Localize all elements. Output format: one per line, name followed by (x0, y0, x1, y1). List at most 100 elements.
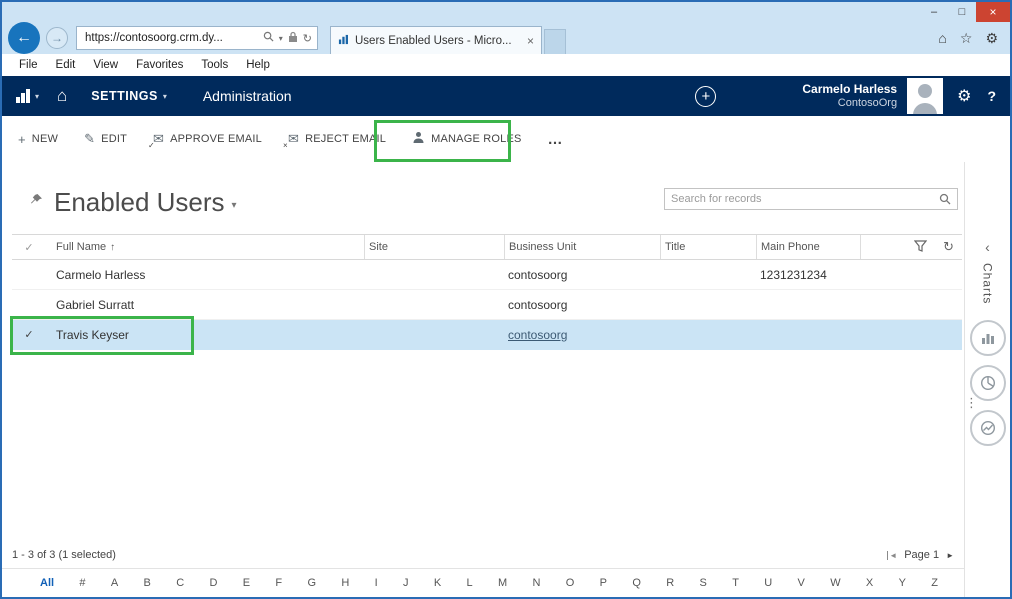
browser-back-button[interactable]: ← (8, 22, 40, 54)
jump-letter-u[interactable]: U (764, 577, 772, 589)
charts-panel-label[interactable]: Charts (981, 263, 995, 304)
column-title[interactable]: Title (660, 235, 756, 259)
more-commands-button[interactable]: … (548, 131, 564, 148)
jump-letter-o[interactable]: O (566, 577, 575, 589)
menu-tools[interactable]: Tools (192, 59, 237, 71)
chevron-down-icon[interactable]: ▾ (279, 34, 283, 43)
manage-roles-button[interactable]: MANAGE ROLES (412, 131, 521, 147)
cell-full-name[interactable]: Carmelo Harless (46, 260, 364, 289)
jump-letter-t[interactable]: T (732, 577, 739, 589)
breadcrumb-administration[interactable]: Administration (203, 88, 292, 104)
jump-letter-e[interactable]: E (243, 577, 250, 589)
window-minimize-button[interactable]: – (920, 2, 948, 22)
jump-letter-m[interactable]: M (498, 577, 507, 589)
tab-close-icon[interactable]: × (527, 34, 534, 48)
cell-full-name[interactable]: Gabriel Surratt (46, 290, 364, 319)
menu-file[interactable]: File (10, 59, 47, 71)
page-title[interactable]: Enabled Users (54, 187, 225, 218)
jump-letter-h[interactable]: H (341, 577, 349, 589)
browser-forward-button[interactable]: → (46, 27, 68, 49)
window-maximize-button[interactable]: □ (948, 2, 976, 22)
nav-settings[interactable]: SETTINGS (91, 89, 158, 103)
new-button[interactable]: +NEW (18, 132, 58, 147)
approve-email-button[interactable]: ✉✓APPROVE EMAIL (153, 131, 262, 147)
jump-letter-b[interactable]: B (144, 577, 151, 589)
jump-letter-z[interactable]: Z (931, 577, 938, 589)
edit-button[interactable]: ✎EDIT (84, 131, 127, 147)
search-input[interactable] (665, 193, 933, 205)
settings-chevron-icon[interactable]: ▾ (163, 92, 167, 101)
search-icon[interactable] (263, 31, 274, 45)
quick-create-button[interactable]: + (695, 86, 716, 107)
url-text[interactable]: https://contosoorg.crm.dy... (85, 32, 263, 44)
jump-letter-w[interactable]: W (830, 577, 840, 589)
jump-letter-#[interactable]: # (79, 577, 85, 589)
row-checkbox[interactable] (12, 290, 46, 319)
panel-drag-grip[interactable]: ⋮ (965, 395, 978, 411)
jump-letter-d[interactable]: D (209, 577, 217, 589)
jump-letter-s[interactable]: S (700, 577, 707, 589)
column-business-unit[interactable]: Business Unit (504, 235, 660, 259)
crm-home-icon[interactable]: ⌂ (57, 86, 67, 106)
jump-letter-v[interactable]: V (798, 577, 805, 589)
avatar[interactable] (907, 78, 943, 114)
jump-letter-p[interactable]: P (600, 577, 607, 589)
cell-business-unit[interactable]: contosoorg (504, 290, 660, 319)
jump-letter-f[interactable]: F (275, 577, 282, 589)
column-main-phone[interactable]: Main Phone (756, 235, 860, 259)
bar-chart-icon[interactable] (970, 320, 1006, 356)
filter-icon[interactable] (914, 240, 927, 255)
menu-view[interactable]: View (84, 59, 127, 71)
cell-full-name[interactable]: Travis Keyser (46, 320, 364, 349)
help-icon[interactable]: ? (987, 88, 996, 104)
jump-letter-g[interactable]: G (307, 577, 316, 589)
page-refresh-icon[interactable]: ↻ (303, 32, 312, 45)
next-page-button[interactable]: ► (946, 551, 954, 560)
view-selector-chevron-icon[interactable]: ▾ (232, 200, 237, 211)
select-all-checkbox[interactable]: ✓ (12, 235, 46, 259)
tab-title: Users Enabled Users - Micro... (355, 35, 521, 47)
jump-letter-l[interactable]: L (467, 577, 473, 589)
line-chart-icon[interactable] (970, 410, 1006, 446)
column-site[interactable]: Site (364, 235, 504, 259)
jump-letter-a[interactable]: A (111, 577, 118, 589)
menu-help[interactable]: Help (237, 59, 279, 71)
jump-letter-k[interactable]: K (434, 577, 441, 589)
pin-icon[interactable] (28, 192, 44, 213)
logo-chevron-icon[interactable]: ▾ (35, 92, 39, 101)
jump-letter-q[interactable]: Q (632, 577, 641, 589)
crm-gear-icon[interactable]: ⚙ (957, 86, 971, 106)
menu-favorites[interactable]: Favorites (127, 59, 192, 71)
jump-letter-i[interactable]: I (375, 577, 378, 589)
row-checkbox[interactable]: ✓ (12, 320, 46, 349)
table-row[interactable]: Gabriel Surratt contosoorg (12, 290, 962, 320)
browser-tab[interactable]: Users Enabled Users - Micro... × (330, 26, 542, 54)
cell-business-unit[interactable]: contosoorg (504, 260, 660, 289)
jump-letter-c[interactable]: C (176, 577, 184, 589)
home-icon[interactable]: ⌂ (938, 30, 946, 47)
grid-refresh-icon[interactable]: ↻ (943, 239, 954, 255)
jump-letter-y[interactable]: Y (899, 577, 906, 589)
jump-letter-x[interactable]: X (866, 577, 873, 589)
jump-letter-r[interactable]: R (666, 577, 674, 589)
settings-gear-icon[interactable]: ⚙ (985, 30, 998, 47)
jump-letter-n[interactable]: N (533, 577, 541, 589)
menu-edit[interactable]: Edit (47, 59, 85, 71)
reject-email-button[interactable]: ✉×REJECT EMAIL (288, 131, 386, 147)
row-checkbox[interactable] (12, 260, 46, 289)
cell-business-unit[interactable]: contosoorg (504, 320, 660, 349)
first-page-button[interactable]: ◄ (887, 551, 897, 560)
column-full-name[interactable]: Full Name↑ (46, 235, 364, 259)
favorites-star-icon[interactable]: ☆ (960, 30, 973, 47)
address-bar[interactable]: https://contosoorg.crm.dy... ▾ ↻ (76, 26, 318, 50)
charts-expand-icon[interactable]: ‹ (985, 240, 990, 254)
new-tab-button[interactable] (544, 29, 566, 54)
jump-letter-j[interactable]: J (403, 577, 409, 589)
window-close-button[interactable]: × (976, 2, 1010, 22)
dynamics-logo-icon[interactable] (16, 89, 30, 103)
table-row[interactable]: Carmelo Harlesscontosoorg1231231234 (12, 260, 962, 290)
jump-letter-all[interactable]: All (40, 577, 54, 589)
user-info[interactable]: Carmelo Harless ContosoOrg (802, 82, 897, 111)
search-magnifier-icon[interactable] (933, 193, 957, 205)
table-row[interactable]: ✓Travis Keyser contosoorg (12, 320, 962, 350)
